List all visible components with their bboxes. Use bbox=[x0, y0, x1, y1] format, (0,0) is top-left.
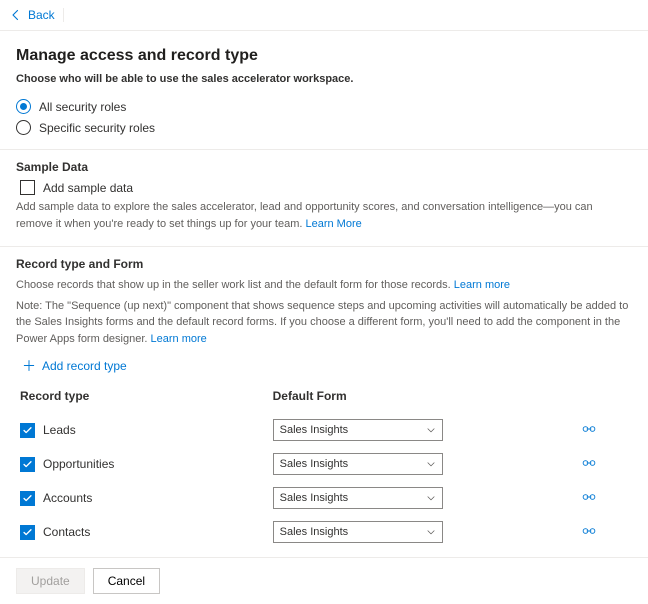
table-row: Leads Sales Insights bbox=[16, 413, 632, 447]
select-value: Sales Insights bbox=[280, 526, 348, 538]
checkbox-icon bbox=[20, 457, 35, 472]
chevron-down-icon bbox=[426, 425, 436, 435]
recordtype-help1: Choose records that show up in the selle… bbox=[16, 277, 632, 294]
page-subtitle: Choose who will be able to use the sales… bbox=[16, 73, 632, 85]
select-value: Sales Insights bbox=[280, 458, 348, 470]
section-divider bbox=[0, 246, 648, 247]
record-type-checkbox[interactable]: Contacts bbox=[20, 525, 265, 540]
chevron-down-icon bbox=[426, 527, 436, 537]
default-form-select[interactable]: Sales Insights bbox=[273, 521, 443, 543]
record-type-table: Record type Default Form Leads Sales Insi… bbox=[16, 383, 632, 549]
table-row: Accounts Sales Insights bbox=[16, 481, 632, 515]
record-type-label: Contacts bbox=[43, 525, 90, 539]
add-record-type-button[interactable]: ＋ Add record type bbox=[22, 359, 127, 373]
checkbox-icon bbox=[20, 525, 35, 540]
back-button[interactable]: Back bbox=[10, 8, 55, 22]
table-row: Contacts Sales Insights bbox=[16, 515, 632, 549]
radio-all-roles[interactable]: All security roles bbox=[16, 99, 632, 114]
checkbox-icon bbox=[20, 180, 35, 195]
link-icon[interactable] bbox=[582, 423, 596, 435]
page-title: Manage access and record type bbox=[16, 47, 632, 65]
checkbox-label: Add sample data bbox=[43, 181, 133, 195]
recordtype-title: Record type and Form bbox=[16, 257, 632, 271]
col-default-form: Default Form bbox=[269, 383, 578, 413]
section-divider bbox=[0, 149, 648, 150]
link-icon[interactable] bbox=[582, 457, 596, 469]
footer: Update Cancel bbox=[0, 557, 648, 604]
radio-icon bbox=[16, 99, 31, 114]
add-record-type-label: Add record type bbox=[42, 359, 127, 373]
sample-learn-more-link[interactable]: Learn More bbox=[305, 218, 361, 230]
sample-data-title: Sample Data bbox=[16, 160, 632, 174]
radio-icon bbox=[16, 120, 31, 135]
radio-label: All security roles bbox=[39, 100, 126, 114]
chevron-down-icon bbox=[426, 493, 436, 503]
separator bbox=[63, 8, 64, 22]
recordtype-help2-body: Note: The "Sequence (up next)" component… bbox=[16, 300, 628, 345]
add-sample-checkbox[interactable]: Add sample data bbox=[20, 180, 632, 195]
update-button: Update bbox=[16, 568, 85, 594]
table-row: Opportunities Sales Insights bbox=[16, 447, 632, 481]
checkbox-icon bbox=[20, 423, 35, 438]
record-type-checkbox[interactable]: Leads bbox=[20, 423, 265, 438]
page-content: Manage access and record type Choose who… bbox=[0, 31, 648, 557]
select-value: Sales Insights bbox=[280, 424, 348, 436]
recordtype-help2: Note: The "Sequence (up next)" component… bbox=[16, 298, 632, 348]
radio-label: Specific security roles bbox=[39, 121, 155, 135]
recordtype-learn-more1-link[interactable]: Learn more bbox=[454, 279, 510, 291]
chevron-down-icon bbox=[426, 459, 436, 469]
recordtype-help1-body: Choose records that show up in the selle… bbox=[16, 279, 454, 291]
checkbox-icon bbox=[20, 491, 35, 506]
link-icon[interactable] bbox=[582, 491, 596, 503]
record-type-label: Accounts bbox=[43, 491, 92, 505]
col-record-type: Record type bbox=[16, 383, 269, 413]
radio-specific-roles[interactable]: Specific security roles bbox=[16, 120, 632, 135]
record-type-checkbox[interactable]: Opportunities bbox=[20, 457, 265, 472]
recordtype-learn-more2-link[interactable]: Learn more bbox=[151, 333, 207, 345]
back-label: Back bbox=[28, 8, 55, 22]
record-type-label: Opportunities bbox=[43, 457, 114, 471]
plus-icon: ＋ bbox=[22, 359, 36, 373]
default-form-select[interactable]: Sales Insights bbox=[273, 453, 443, 475]
arrow-left-icon bbox=[10, 9, 22, 21]
cancel-button[interactable]: Cancel bbox=[93, 568, 160, 594]
top-bar: Back bbox=[0, 0, 648, 31]
default-form-select[interactable]: Sales Insights bbox=[273, 487, 443, 509]
link-icon[interactable] bbox=[582, 525, 596, 537]
record-type-label: Leads bbox=[43, 423, 76, 437]
sample-help-text: Add sample data to explore the sales acc… bbox=[16, 199, 632, 232]
default-form-select[interactable]: Sales Insights bbox=[273, 419, 443, 441]
record-type-checkbox[interactable]: Accounts bbox=[20, 491, 265, 506]
select-value: Sales Insights bbox=[280, 492, 348, 504]
